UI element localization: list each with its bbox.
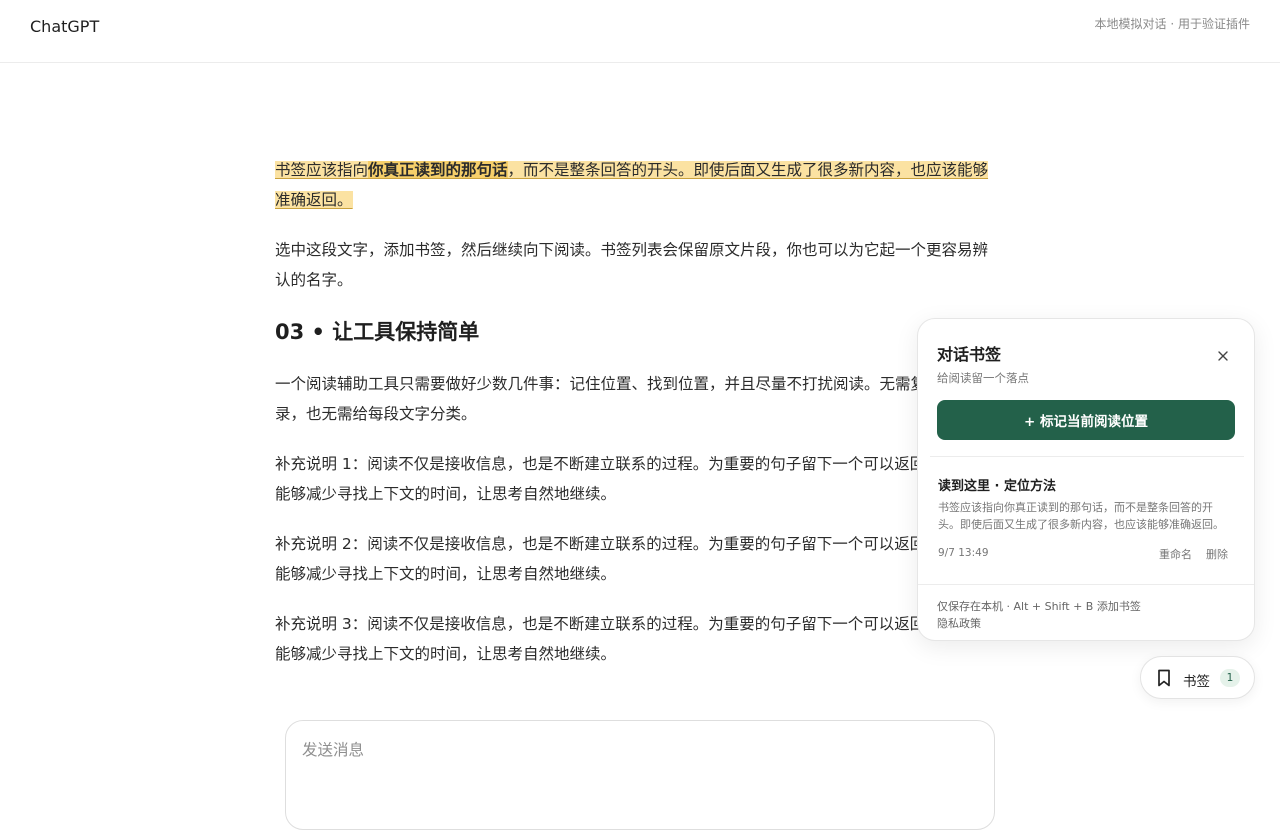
highlight-before: 书签应该指向 [275, 161, 369, 179]
paragraph-2: 选中这段文字，添加书签，然后继续向下阅读。书签列表会保留原文片段，你也可以为它起… [275, 241, 989, 289]
bookmark-item[interactable]: 读到这里 · 定位方法 书签应该指向你真正读到的那句话，而不是整条回答的开头。即… [938, 475, 1234, 565]
section-heading: 03 • 让工具保持简单 [275, 320, 480, 344]
add-bookmark-button[interactable]: + 标记当前阅读位置 [937, 400, 1235, 440]
bookmark-count-badge: 1 [1220, 669, 1240, 687]
paragraph-5: 补充说明 2：阅读不仅是接收信息，也是不断建立联系的过程。为重要的句子留下一个可… [275, 535, 988, 583]
bookmark-title: 读到这里 · 定位方法 [938, 479, 1056, 494]
bookmarks-label: 书签 [1183, 674, 1210, 690]
app-brand: ChatGPT [30, 17, 100, 36]
highlighted-paragraph[interactable]: 书签应该指向你真正读到的那句话，而不是整条回答的开头。即使后面又生成了很多新内容… [275, 155, 995, 215]
paragraph-4: 补充说明 1：阅读不仅是接收信息，也是不断建立联系的过程。为重要的句子留下一个可… [275, 455, 988, 503]
panel-title: 对话书签 [937, 345, 1002, 364]
divider-top [930, 456, 1244, 457]
message-composer [285, 720, 995, 830]
delete-button[interactable]: 删除 [1206, 546, 1228, 562]
privacy-link[interactable]: 隐私政策 [937, 615, 981, 631]
paragraph-6: 补充说明 3：阅读不仅是接收信息，也是不断建立联系的过程。为重要的句子留下一个可… [275, 615, 988, 663]
bookmark-time: 9/7 13:49 [938, 547, 989, 559]
close-icon [1218, 351, 1228, 361]
bookmark-icon [1158, 669, 1170, 687]
bookmarks-toggle-button[interactable]: 书签 1 [1140, 656, 1255, 699]
bookmark-snippet: 书签应该指向你真正读到的那句话，而不是整条回答的开头。即使后面又生成了很多新内容… [938, 501, 1224, 531]
header-note: 本地模拟对话 · 用于验证插件 [1094, 17, 1250, 31]
message-input[interactable] [302, 741, 972, 759]
panel-footer-note: 仅保存在本机 · Alt + Shift + B 添加书签 [937, 600, 1141, 613]
close-button[interactable] [1210, 343, 1236, 369]
top-bar: ChatGPT 本地模拟对话 · 用于验证插件 [0, 0, 1280, 63]
paragraph-3: 一个阅读辅助工具只需要做好少数几件事：记住位置、找到位置，并且尽量不打扰阅读。无… [275, 375, 973, 423]
rename-button[interactable]: 重命名 [1159, 546, 1192, 562]
panel-subtitle: 给阅读留一个落点 [937, 371, 1029, 385]
bookmark-panel: 对话书签 给阅读留一个落点 + 标记当前阅读位置 读到这里 · 定位方法 书签应… [917, 318, 1255, 641]
divider-bottom [918, 584, 1254, 585]
highlight-strong: 你真正读到的那句话 [368, 161, 508, 179]
conversation-content: 书签应该指向你真正读到的那句话，而不是整条回答的开头。即使后面又生成了很多新内容… [275, 155, 995, 689]
